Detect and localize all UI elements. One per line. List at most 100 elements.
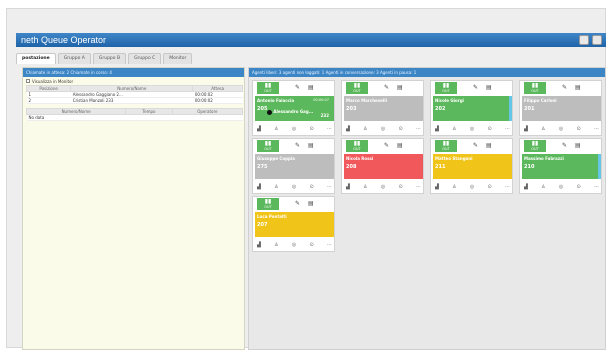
document-icon[interactable]: ▤ [575, 84, 581, 91]
monitor-toggle[interactable]: Visualizza in Monitor [23, 77, 244, 85]
pause-button[interactable]: ▮▮ OUT [524, 140, 546, 152]
settings-icon[interactable]: ◎ [559, 126, 563, 132]
settings-icon[interactable]: ◎ [381, 184, 385, 190]
chat-icon[interactable]: ✎ [473, 84, 478, 91]
agent-card[interactable]: ▮▮ OUT ✎ ▤ Marco Marcheselli 203 ▟ ♙ ◎ ⊙ … [341, 80, 424, 136]
status-bar [598, 154, 601, 179]
pause-button[interactable]: ▮▮ OUT [524, 82, 546, 94]
headset-icon[interactable]: ⊙ [399, 184, 403, 190]
pause-button[interactable]: ▮▮ OUT [257, 82, 279, 94]
tab-gruppo-b[interactable]: Gruppo B [92, 53, 127, 64]
agent-status: Nicola Rossi 208 [344, 154, 423, 179]
agent-card[interactable]: ▮▮ OUT ✎ ▤ Filippo Carloni 201 ▟ ♙ ◎ ⊙ ⋯ [519, 80, 602, 136]
status-bar [331, 96, 334, 121]
more-icon[interactable]: ⋯ [416, 126, 421, 132]
pause-button[interactable]: ▮▮ OUT [435, 140, 457, 152]
pause-button[interactable]: ▮▮ OUT [346, 140, 368, 152]
chat-icon[interactable]: ✎ [562, 142, 567, 149]
user-icon[interactable]: ♙ [541, 184, 545, 190]
settings-icon[interactable]: ◎ [381, 126, 385, 132]
more-icon[interactable]: ⋯ [594, 126, 599, 132]
user-icon[interactable]: ♙ [274, 184, 278, 190]
headset-icon[interactable]: ⊙ [577, 184, 581, 190]
user-icon[interactable]: ♙ [363, 184, 367, 190]
more-icon[interactable]: ⋯ [327, 242, 332, 248]
more-icon[interactable]: ⋯ [416, 184, 421, 190]
chat-icon[interactable]: ✎ [473, 142, 478, 149]
transfer-icon[interactable]: ▟ [524, 184, 528, 190]
settings-icon[interactable]: ◎ [559, 184, 563, 190]
settings-icon[interactable]: ◎ [292, 126, 296, 132]
table-row[interactable]: 2 Cristian Manzoli 233 00:00:02 [26, 97, 243, 104]
agent-status: Matteo Stangoni 211 [433, 154, 512, 179]
tab-gruppo-c[interactable]: Gruppo C [128, 53, 162, 64]
pause-button[interactable]: ▮▮ OUT [435, 82, 457, 94]
pause-button[interactable]: ▮▮ OUT [346, 82, 368, 94]
more-icon[interactable]: ⋯ [505, 126, 510, 132]
agent-extension: 203 [346, 106, 357, 112]
headset-icon[interactable]: ⊙ [488, 184, 492, 190]
headset-icon[interactable]: ⊙ [310, 126, 314, 132]
headset-icon[interactable]: ⊙ [310, 184, 314, 190]
more-icon[interactable]: ⋯ [594, 184, 599, 190]
agent-card[interactable]: ▮▮ OUT ✎ ▤ Giuseppe Coppia 275 ▟ ♙ ◎ ⊙ ⋯ [252, 138, 335, 194]
more-icon[interactable]: ⋯ [327, 184, 332, 190]
user-icon[interactable]: ♙ [274, 126, 278, 132]
chat-icon[interactable]: ✎ [295, 84, 300, 91]
document-icon[interactable]: ▤ [486, 142, 492, 149]
document-icon[interactable]: ▤ [397, 142, 403, 149]
tab-monitor[interactable]: Monitor [163, 53, 193, 64]
agent-card[interactable]: ▮▮ OUT ✎ ▤ Luca Pontalti 207 ▟ ♙ ◎ ⊙ ⋯ [252, 196, 335, 252]
scissors-icon[interactable] [579, 35, 589, 45]
headset-icon[interactable]: ⊙ [488, 126, 492, 132]
headset-icon[interactable]: ⊙ [399, 126, 403, 132]
chat-icon[interactable]: ✎ [384, 84, 389, 91]
transfer-icon[interactable]: ▟ [435, 126, 439, 132]
headset-icon[interactable]: ⊙ [310, 242, 314, 248]
pause-button[interactable]: ▮▮ OUT [257, 140, 279, 152]
agent-card[interactable]: ▮▮ OUT ✎ ▤ Massimo Fabrazzi 210 ▟ ♙ ◎ ⊙ ⋯ [519, 138, 602, 194]
transfer-icon[interactable]: ▟ [257, 184, 261, 190]
chat-icon[interactable]: ✎ [562, 84, 567, 91]
agent-card[interactable]: ▮▮ OUT ✎ ▤ Matteo Stangoni 211 ▟ ♙ ◎ ⊙ ⋯ [430, 138, 513, 194]
transfer-icon[interactable]: ▟ [257, 242, 261, 248]
more-icon[interactable]: ⋯ [327, 126, 332, 132]
settings-icon[interactable]: ◎ [470, 184, 474, 190]
agent-card[interactable]: ▮▮ OUT ✎ ▤ Nicole Giorgi 202 ▟ ♙ ◎ ⊙ ⋯ [430, 80, 513, 136]
document-icon[interactable]: ▤ [397, 84, 403, 91]
user-icon[interactable]: ♙ [541, 126, 545, 132]
document-icon[interactable]: ▤ [486, 84, 492, 91]
document-icon[interactable]: ▤ [575, 142, 581, 149]
monitor-checkbox[interactable] [26, 79, 30, 83]
pause-button[interactable]: ▮▮ OUT [257, 198, 279, 210]
settings-icon[interactable]: ◎ [470, 126, 474, 132]
user-icon[interactable]: ♙ [452, 184, 456, 190]
settings-icon[interactable]: ◎ [292, 242, 296, 248]
gear-icon[interactable] [592, 35, 602, 45]
chat-icon[interactable]: ✎ [384, 142, 389, 149]
user-icon[interactable]: ♙ [363, 126, 367, 132]
more-icon[interactable]: ⋯ [505, 184, 510, 190]
agent-card-toolbar: ▮▮ OUT ✎ ▤ [342, 81, 423, 95]
agent-card-toolbar: ▮▮ OUT ✎ ▤ [520, 139, 601, 153]
transfer-icon[interactable]: ▟ [257, 126, 261, 132]
user-icon[interactable]: ♙ [274, 242, 278, 248]
document-icon[interactable]: ▤ [308, 200, 314, 207]
tab-postazione[interactable]: postazione [16, 53, 56, 64]
agent-status: Antonio Faiaccia 205 Alessandro Gag... 0… [255, 96, 334, 121]
user-icon[interactable]: ♙ [452, 126, 456, 132]
transfer-icon[interactable]: ▟ [346, 126, 350, 132]
settings-icon[interactable]: ◎ [292, 184, 296, 190]
headset-icon[interactable]: ⊙ [577, 126, 581, 132]
transfer-icon[interactable]: ▟ [524, 126, 528, 132]
document-icon[interactable]: ▤ [308, 142, 314, 149]
agent-card[interactable]: ▮▮ OUT ✎ ▤ Antonio Faiaccia 205 Alessandr… [252, 80, 335, 136]
agent-status: Marco Marcheselli 203 [344, 96, 423, 121]
chat-icon[interactable]: ✎ [295, 142, 300, 149]
transfer-icon[interactable]: ▟ [346, 184, 350, 190]
agent-card[interactable]: ▮▮ OUT ✎ ▤ Nicola Rossi 208 ▟ ♙ ◎ ⊙ ⋯ [341, 138, 424, 194]
tab-gruppo-a[interactable]: Gruppo A [57, 53, 91, 64]
document-icon[interactable]: ▤ [308, 84, 314, 91]
chat-icon[interactable]: ✎ [295, 200, 300, 207]
transfer-icon[interactable]: ▟ [435, 184, 439, 190]
